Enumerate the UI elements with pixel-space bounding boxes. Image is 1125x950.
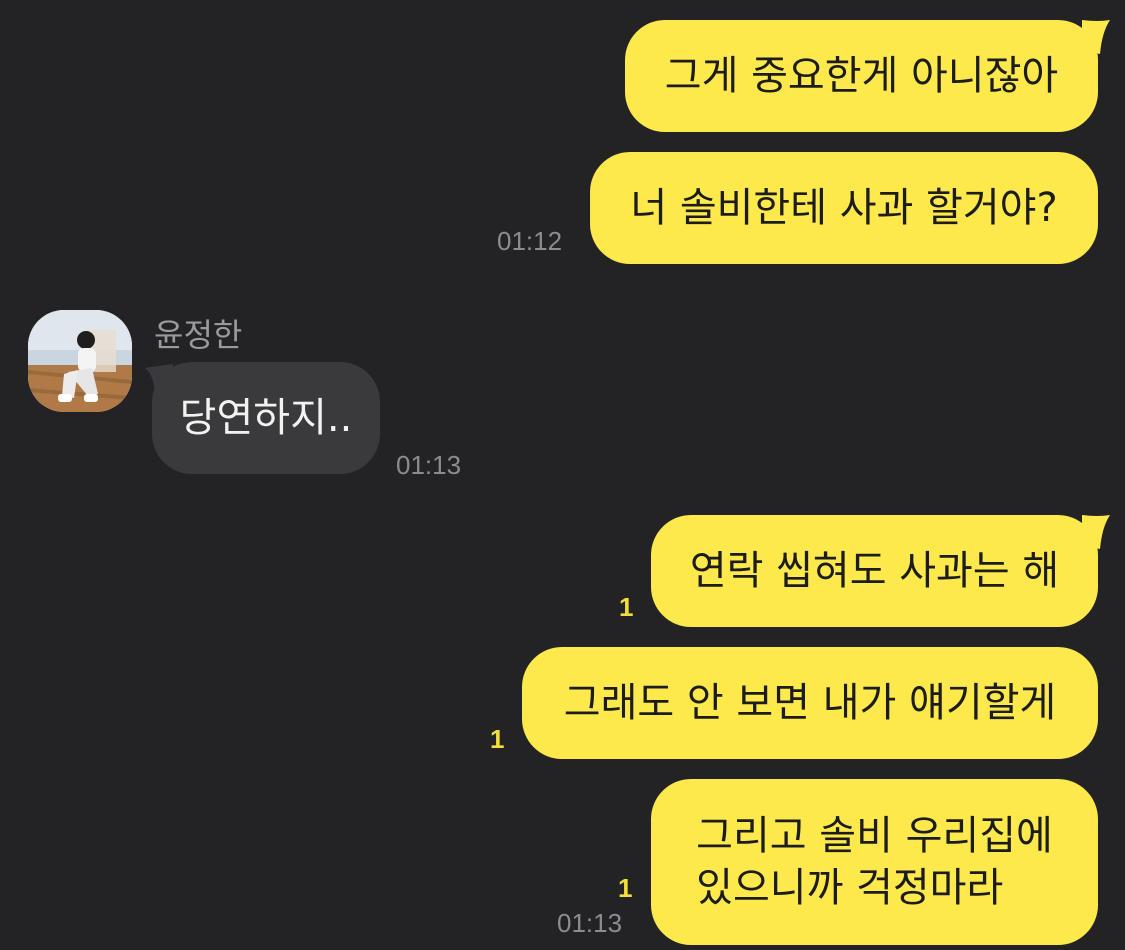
unread-count: 1 (619, 592, 634, 622)
timestamp: 01:12 (497, 226, 563, 256)
message-text: 그래도 안 보면 내가 얘기할게 (563, 680, 1057, 726)
message-text: 그게 중요한게 아니잖아 (664, 53, 1059, 99)
my-message-bubble[interactable]: 그리고 솔비 우리집에 있으니까 걱정마라 (651, 779, 1098, 945)
timestamp: 01:13 (557, 908, 623, 938)
timestamp: 01:13 (396, 450, 462, 480)
their-message-bubble[interactable]: 당연하지.. (152, 362, 380, 474)
bubble-tail-icon (1082, 515, 1110, 549)
avatar[interactable] (28, 310, 132, 412)
sender-name: 윤정한 (154, 316, 243, 354)
bubble-tail-icon (1082, 20, 1110, 54)
my-message-bubble[interactable]: 연락 씹혀도 사과는 해 (651, 515, 1098, 627)
message-text: 당연하지.. (179, 395, 353, 441)
unread-count: 1 (490, 724, 505, 754)
profile-photo-icon (28, 310, 132, 412)
message-text: 너 솔비한테 사과 할거야? (630, 185, 1058, 231)
unread-count: 1 (618, 873, 633, 903)
my-message-bubble[interactable]: 그게 중요한게 아니잖아 (625, 20, 1098, 132)
my-message-bubble[interactable]: 너 솔비한테 사과 할거야? (590, 152, 1098, 264)
message-text: 그리고 솔비 우리집에 있으니까 걱정마라 (696, 813, 1053, 911)
message-text: 연락 씹혀도 사과는 해 (689, 548, 1060, 594)
my-message-bubble[interactable]: 그래도 안 보면 내가 얘기할게 (522, 647, 1098, 759)
